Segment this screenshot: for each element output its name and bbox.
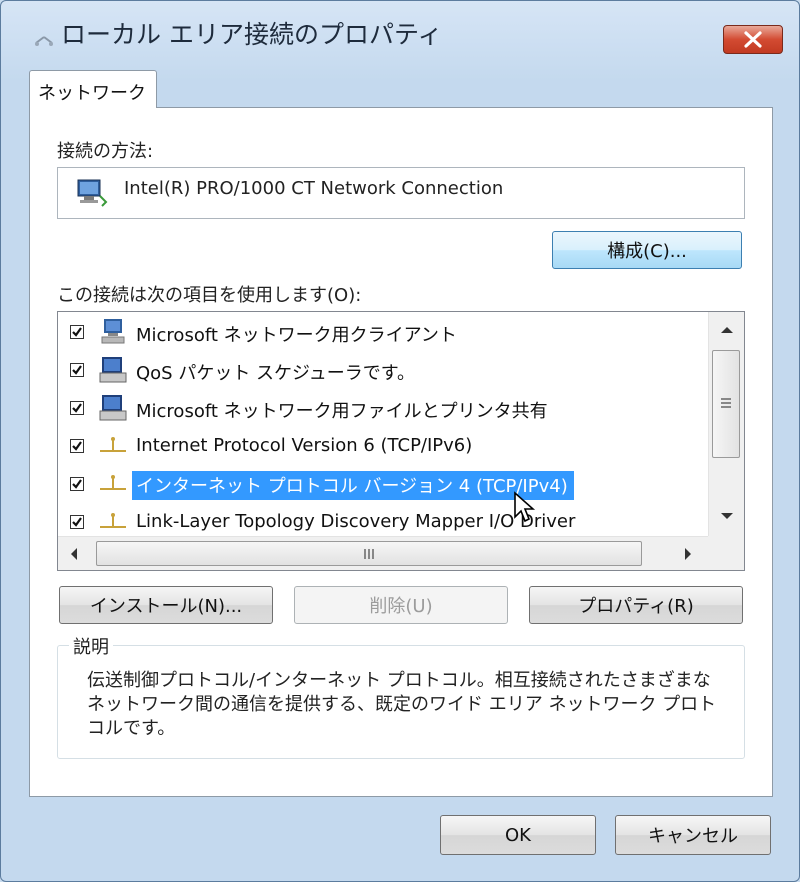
scroll-left-icon[interactable] [70, 547, 78, 561]
checkmark-icon [72, 365, 82, 375]
network-connection-icon [35, 36, 53, 46]
file-printer-sharing-icon [99, 395, 127, 421]
cancel-button[interactable]: キャンセル [615, 815, 771, 855]
item-label: インターネット プロトコル バージョン 4 (TCP/IPv4) [132, 471, 574, 500]
item-checkbox[interactable] [70, 477, 84, 491]
close-button[interactable] [723, 25, 783, 54]
uninstall-button[interactable]: 削除(U) [294, 586, 508, 624]
adapter-box: Intel(R) PRO/1000 CT Network Connection [57, 167, 745, 219]
protocol-icon [100, 513, 126, 528]
item-checkbox[interactable] [70, 515, 84, 529]
item-label: QoS パケット スケジューラです。 [136, 363, 415, 384]
mouse-cursor-icon [514, 491, 536, 523]
description-text: 伝送制御プロトコル/インターネット プロトコル。相互接続されたさまざまなネットワ… [87, 670, 717, 739]
item-checkbox[interactable] [70, 401, 84, 415]
close-icon [744, 31, 762, 48]
scroll-right-icon[interactable] [684, 547, 692, 561]
horizontal-scroll-thumb[interactable] [96, 541, 642, 566]
tab-network-label: ネットワーク [38, 83, 146, 104]
list-item[interactable]: Microsoft ネットワーク用ファイルとプリンタ共有 [58, 390, 708, 426]
list-item[interactable]: Microsoft ネットワーク用クライアント [58, 314, 708, 350]
vertical-scroll-thumb[interactable] [712, 350, 740, 458]
network-client-icon [101, 319, 125, 344]
grip-icon [721, 398, 731, 408]
list-item-selected[interactable]: インターネット プロトコル バージョン 4 (TCP/IPv4) [58, 466, 708, 502]
item-checkbox[interactable] [70, 325, 84, 339]
vertical-scrollbar[interactable] [708, 312, 744, 536]
network-adapter-icon [77, 179, 108, 207]
scrollbar-corner [708, 536, 744, 570]
item-label: Microsoft ネットワーク用クライアント [136, 325, 457, 346]
description-legend: 説明 [69, 633, 113, 659]
properties-window: ローカル エリア接続のプロパティ ネットワーク 接続の方法: Intel(R) … [0, 0, 800, 882]
list-item[interactable]: Internet Protocol Version 6 (TCP/IPv6) [58, 428, 708, 464]
list-item[interactable]: QoS パケット スケジューラです。 [58, 352, 708, 388]
scroll-down-icon[interactable] [720, 512, 734, 520]
item-label: Microsoft ネットワーク用ファイルとプリンタ共有 [136, 401, 548, 422]
ok-button[interactable]: OK [440, 815, 596, 855]
item-checkbox[interactable] [70, 439, 84, 453]
protocol-icon [100, 475, 126, 490]
horizontal-scrollbar[interactable] [58, 536, 708, 570]
properties-button[interactable]: プロパティ(R) [529, 586, 743, 624]
protocol-icon [100, 437, 126, 452]
checkmark-icon [72, 403, 82, 413]
adapter-name: Intel(R) PRO/1000 CT Network Connection [124, 178, 504, 199]
connect-using-label: 接続の方法: [57, 141, 154, 162]
qos-service-icon [99, 357, 127, 383]
scroll-up-icon[interactable] [720, 326, 734, 334]
checkmark-icon [72, 479, 82, 489]
checkmark-icon [72, 441, 82, 451]
item-label: Internet Protocol Version 6 (TCP/IPv6) [136, 435, 473, 456]
title-bar[interactable]: ローカル エリア接続のプロパティ [1, 1, 800, 67]
tab-network[interactable]: ネットワーク [29, 70, 157, 108]
checkmark-icon [72, 327, 82, 337]
checkmark-icon [72, 517, 82, 527]
items-label: この接続は次の項目を使用します(O): [57, 285, 362, 306]
install-button[interactable]: インストール(N)... [59, 586, 273, 624]
configure-button[interactable]: 構成(C)... [552, 231, 742, 269]
window-title: ローカル エリア接続のプロパティ [61, 20, 443, 49]
items-list[interactable]: Microsoft ネットワーク用クライアント QoS パケット スケジューラで… [57, 311, 745, 571]
item-checkbox[interactable] [70, 363, 84, 377]
item-label: Link-Layer Topology Discovery Mapper I/O… [136, 511, 576, 532]
grip-icon [364, 549, 374, 559]
list-item[interactable]: Link-Layer Topology Discovery Mapper I/O… [58, 504, 708, 540]
